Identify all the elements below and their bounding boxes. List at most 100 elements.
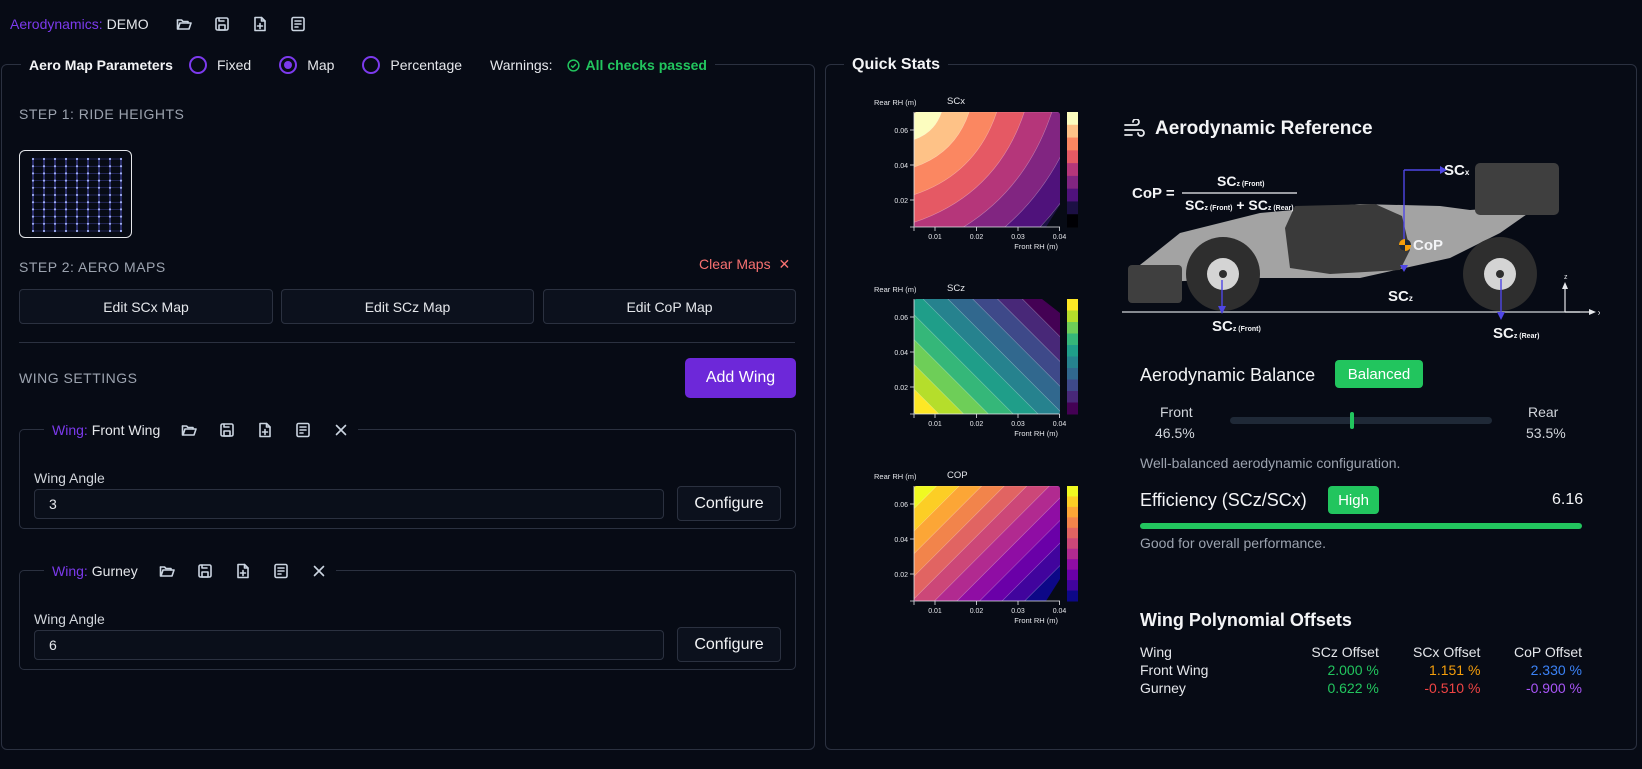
file-plus-icon[interactable] [234,562,252,580]
colorbar-segment [1067,580,1078,592]
grid-point [75,222,79,225]
ytick-label: 0.06 [894,128,908,135]
ytick-label: 0.04 [894,350,908,357]
grid-point [64,229,68,233]
file-plus-icon[interactable] [256,421,274,439]
wing-angle-input[interactable]: 6 [34,630,664,660]
radio-circle[interactable] [362,56,381,74]
front-label: Front [1160,404,1193,420]
svg-text:SCz (Front): SCz (Front) [1212,318,1261,335]
poly-scz: 0.622 % [1327,680,1379,696]
configure-button[interactable]: Configure [677,486,781,521]
quick-stats-legend: Quick Stats [844,54,949,76]
cop-label: CoP [1413,237,1443,254]
colorbar-segment [1067,322,1078,334]
plot-ylabel: Rear RH (m) [874,285,917,294]
grid-point [97,172,101,175]
grid-point [108,222,112,225]
notes-icon[interactable] [294,421,312,439]
grid-point [31,208,35,211]
grid-point [119,222,123,225]
efficiency-value: 6.16 [1552,491,1584,508]
file-plus-icon[interactable] [251,15,269,33]
poly-cop: -0.900 % [1525,680,1582,696]
grid-point [86,222,90,225]
grid-point [64,165,68,168]
radio-percentage-label: Percentage [390,57,463,73]
save-icon[interactable] [213,15,231,33]
radio-percentage[interactable]: Percentage [362,56,462,74]
close-icon[interactable] [332,421,350,439]
formula-num-sc: SC [1217,173,1236,189]
grid-point [31,172,35,175]
grid-point [75,208,79,211]
warnings-label: Warnings: [490,57,553,73]
xtick-label: 0.04 [1053,234,1067,241]
poly-wing: Gurney [1140,680,1186,696]
ride-height-grid-thumbnail[interactable] [19,150,132,238]
formula-den-sub2: z (Rear) [1268,205,1294,212]
wing-legend: Wing: Gurney [44,560,336,582]
balance-marker [1349,412,1354,429]
colorbar-segment [1067,368,1078,380]
save-icon[interactable] [218,421,236,439]
grid-point [86,186,90,189]
grid-point [75,229,79,233]
section-divider [19,342,795,343]
svg-text:SCz: SCz [1388,288,1413,305]
colorbar-segment [1067,112,1078,126]
grid-point [119,186,123,189]
wing-legend: Wing: Front Wing [44,419,359,441]
grid-point [119,193,123,197]
folder-open-icon[interactable] [158,562,176,580]
grid-point [42,208,46,211]
grid-point [31,229,35,233]
wing-settings-label: WING SETTINGS [19,370,138,386]
grid-point [108,186,112,189]
step2-label: STEP 2: AERO MAPS [19,259,166,275]
balance-note: Well-balanced aerodynamic configuration. [1140,455,1401,471]
grid-point [108,179,112,182]
radio-circle[interactable] [188,56,207,74]
svg-text:SCz (Front): SCz (Front) [1217,173,1264,189]
edit-cop-map-button[interactable]: Edit CoP Map [543,289,796,324]
wing-card-front-wing: Wing: Front Wing Wing Angle 3 Configure [19,419,796,529]
step1-label: STEP 1: RIDE HEIGHTS [19,106,185,122]
front-value: 46.5% [1155,425,1195,441]
grid-point [53,201,57,204]
folder-open-icon[interactable] [180,421,198,439]
radio-fixed[interactable]: Fixed [188,56,251,74]
table-row: Front Wing 2.000 % 1.151 % 2.330 % [1140,661,1582,679]
poly-scz: 2.000 % [1327,662,1379,678]
plot-xlabel: Front RH (m) [1014,242,1058,251]
notes-icon[interactable] [289,15,307,33]
balance-badge: Balanced [1335,360,1423,388]
save-icon[interactable] [196,562,214,580]
grid-point [53,157,57,161]
radio-map[interactable]: Map [279,56,334,74]
close-icon[interactable] [310,562,328,580]
grid-point [42,157,46,161]
quick-stats-title: Quick Stats [852,56,941,73]
grid-point [108,193,112,197]
folder-open-icon[interactable] [175,15,193,33]
efficiency-badge: High [1328,486,1379,514]
poly-scx: 1.151 % [1429,662,1481,678]
radio-circle-selected[interactable] [279,56,298,74]
svg-text:SCx: SCx [1444,162,1470,179]
wing-angle-input[interactable]: 3 [34,489,664,519]
configure-button[interactable]: Configure [677,627,781,662]
grid-point [64,193,68,197]
add-wing-button[interactable]: Add Wing [685,358,796,398]
grid-point [53,208,57,211]
rear-value: 53.5% [1526,425,1566,441]
wing-prefix: Wing: [52,563,88,579]
efficiency-note: Good for overall performance. [1140,535,1326,551]
svg-text:SCz (Front) + SCz (Rear): SCz (Front) + SCz (Rear) [1185,197,1294,213]
colorbar-segment [1067,506,1078,518]
check-circle-icon [566,58,580,72]
edit-scx-map-button[interactable]: Edit SCx Map [19,289,273,324]
grid-point [108,201,112,204]
notes-icon[interactable] [272,562,290,580]
edit-scz-map-button[interactable]: Edit SCz Map [281,289,534,324]
